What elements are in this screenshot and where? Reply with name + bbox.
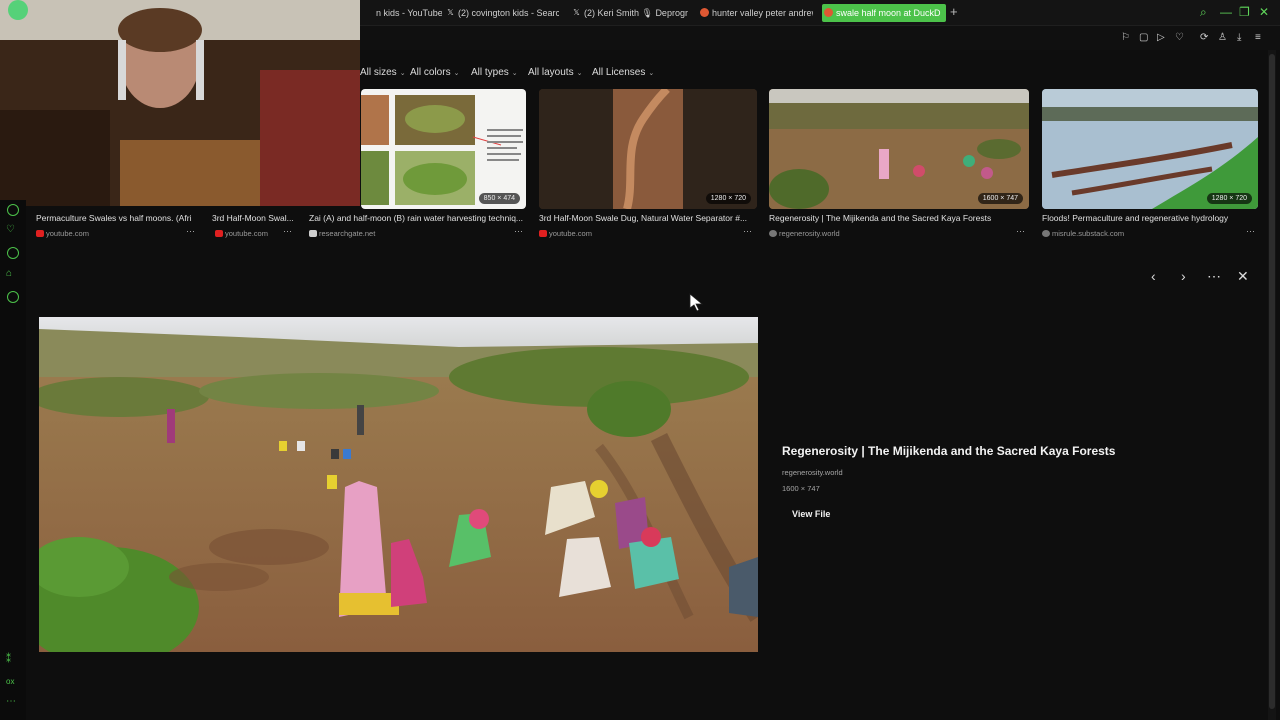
detail-title[interactable]: Regenerosity | The Mijikenda and the Sac… [782,444,1115,458]
view-file-button[interactable]: View File [792,509,830,519]
next-image-button[interactable]: › [1181,268,1186,284]
tab-keri-smith[interactable]: 𝕏 (2) Keri Smith 🎙 Deprogr [570,4,688,22]
youtube-icon [215,230,223,237]
filter-types[interactable]: All types ⌄ [471,62,518,85]
minimize-icon[interactable]: — [1220,5,1232,19]
page-scrollbar[interactable] [1268,50,1276,720]
result-caption[interactable]: Floods! Permaculture and regenerative hy… [1042,213,1258,223]
result-source[interactable]: regenerosity.world [769,229,840,238]
result-caption[interactable]: 3rd Half-Moon Swal... [212,213,298,223]
panel-ox-icon[interactable]: ox [6,676,14,688]
researchgate-icon [309,230,317,237]
sync-icon[interactable]: ⟳ [1200,32,1208,44]
play-icon[interactable]: ▷ [1157,32,1165,44]
mouse-cursor-icon [689,293,704,312]
panel-home-icon[interactable] [7,204,19,216]
filter-licenses[interactable]: All Licenses ⌄ [592,62,654,85]
result-thumbnail[interactable]: 850 × 474 [361,89,526,209]
close-window-icon[interactable]: ✕ [1259,5,1269,19]
result-source[interactable]: researchgate.net [309,229,375,238]
chevron-down-icon: ⌄ [453,70,460,77]
chevron-down-icon: ⌄ [399,70,406,77]
result-thumbnail[interactable]: 1280 × 720 [1042,89,1258,209]
image-dimensions: 1280 × 720 [705,193,751,204]
download-icon[interactable]: ⤓ [1237,32,1241,44]
swale-thumbnail-image [539,89,757,209]
search-icon[interactable]: ⌕ [1200,5,1207,19]
image-dimensions: 1280 × 720 [1206,193,1252,204]
filter-colors[interactable]: All colors ⌄ [410,62,459,85]
diagram-thumbnail-image [361,95,523,205]
result-thumbnail[interactable]: 1600 × 747 [769,89,1029,209]
detail-domain[interactable]: regenerosity.world [782,468,843,477]
result-caption[interactable]: Permaculture Swales vs half moons. (Afri [36,213,200,223]
duckduckgo-icon [700,8,709,17]
panel-more-icon[interactable]: ⋯ [6,696,16,708]
restore-icon[interactable]: ❐ [1239,5,1250,19]
field-workers-thumbnail-image [769,89,1029,209]
result-caption[interactable]: Zai (A) and half-moon (B) rain water har… [309,213,527,223]
youtube-icon [36,230,44,237]
field-workers-preview-image [39,317,758,652]
panel-settings-icon[interactable] [7,291,19,303]
youtube-icon [539,230,547,237]
tab-hunter-valley[interactable]: hunter valley peter andrew [698,4,813,22]
duckduckgo-icon [824,8,833,17]
chevron-down-icon: ⌄ [511,70,518,77]
previous-image-button[interactable]: ‹ [1151,268,1156,284]
chevron-down-icon: ⌄ [648,70,655,77]
account-icon[interactable]: ♙ [1218,32,1227,44]
result-more-button[interactable]: ⋯ [514,226,523,237]
x-icon: 𝕏 [447,8,454,17]
webcam-overlay [0,0,360,206]
detail-image-size: 1600 × 747 [782,484,820,493]
result-thumbnail[interactable]: 1280 × 720 [539,89,757,209]
image-dimensions: 1600 × 747 [977,193,1023,204]
x-icon: 𝕏 [573,8,580,17]
panel-history-icon[interactable] [7,247,19,259]
menu-icon[interactable]: ≡ [1255,32,1261,44]
result-source[interactable]: youtube.com [215,229,268,238]
webcam-video-image [0,0,360,206]
heart-icon[interactable]: ♡ [1175,32,1184,44]
tab-covington-search[interactable]: 𝕏 (2) covington kids - Searc [444,4,559,22]
chevron-down-icon: ⌄ [576,70,583,77]
screenshot-icon[interactable]: ▢ [1139,32,1148,44]
result-more-button[interactable]: ⋯ [743,226,752,237]
panel-tool-icon[interactable]: ⁑ [6,654,11,666]
result-caption[interactable]: 3rd Half-Moon Swale Dug, Natural Water S… [539,213,751,223]
result-source[interactable]: misrule.substack.com [1042,229,1124,238]
filter-sizes[interactable]: All sizes ⌄ [360,62,406,85]
detail-more-button[interactable]: ⋯ [1207,268,1221,284]
preview-image[interactable] [39,317,758,652]
result-more-button[interactable]: ⋯ [186,226,195,237]
tab-youtube[interactable]: n kids - YouTube [362,4,442,22]
result-more-button[interactable]: ⋯ [283,226,292,237]
result-source[interactable]: youtube.com [36,229,89,238]
image-dimensions: 850 × 474 [478,193,520,204]
result-more-button[interactable]: ⋯ [1016,226,1025,237]
globe-icon [769,230,777,237]
filter-layouts[interactable]: All layouts ⌄ [528,62,582,85]
new-tab-button[interactable]: + [950,4,958,20]
tab-swale-half-moon[interactable]: swale half moon at DuckD [822,4,946,22]
bookmark-icon[interactable]: ⚐ [1121,32,1130,44]
scrollbar-thumb[interactable] [1269,54,1275,709]
flood-thumbnail-image [1042,89,1258,209]
side-panel: ♡ ⌂ ⁑ ox ⋯ [0,200,26,720]
globe-icon [1042,230,1050,237]
close-detail-button[interactable]: ✕ [1237,268,1249,284]
panel-heart-icon[interactable]: ♡ [6,224,15,236]
result-more-button[interactable]: ⋯ [1246,226,1255,237]
result-caption[interactable]: Regenerosity | The Mijikenda and the Sac… [769,213,1029,223]
result-source[interactable]: youtube.com [539,229,592,238]
panel-extensions-icon[interactable]: ⌂ [6,268,12,280]
